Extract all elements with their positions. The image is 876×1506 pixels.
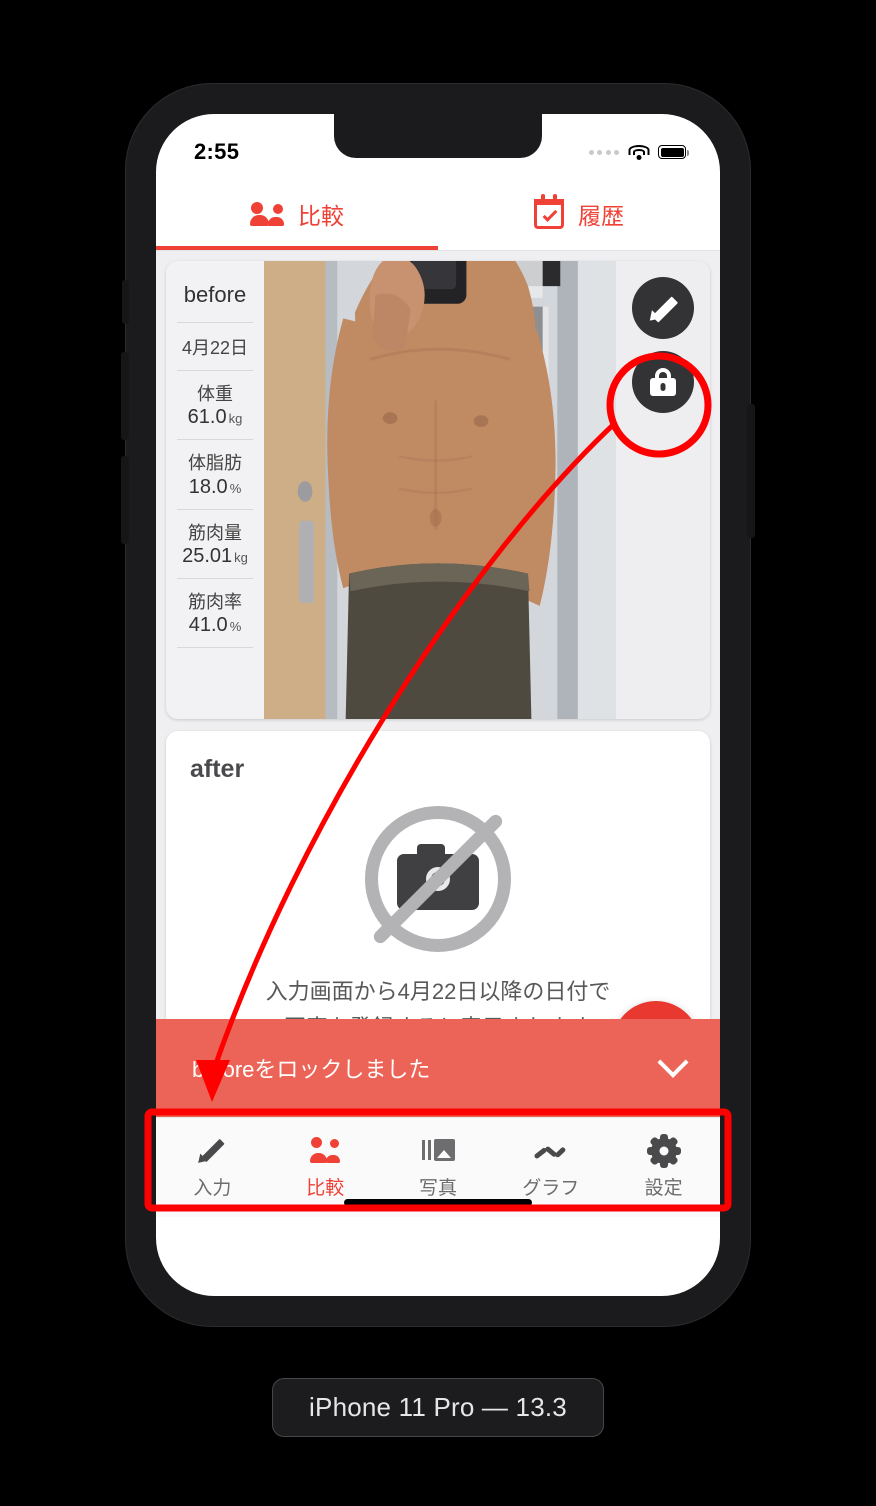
tab-rireki-label: 履歴 bbox=[578, 203, 624, 229]
top-tab-bar: 比較 履歴 bbox=[156, 178, 720, 250]
stat-unit: % bbox=[229, 619, 242, 635]
stat-value: 41.0 bbox=[188, 614, 228, 637]
before-stats-column: before 4月22日 体重 61.0 kg 体脂肪 18.0 % 筋肉量 2… bbox=[166, 261, 264, 719]
status-time: 2:55 bbox=[194, 139, 240, 164]
after-title: after bbox=[190, 755, 245, 783]
stat-value: 18.0 bbox=[188, 475, 228, 498]
bottom-nav-label: 入力 bbox=[193, 1177, 232, 1199]
device-caption: iPhone 11 Pro — 13.3 bbox=[272, 1378, 604, 1437]
snackbar-message: beforeをロックしました bbox=[192, 1057, 431, 1082]
content-area: before 4月22日 体重 61.0 kg 体脂肪 18.0 % 筋肉量 2… bbox=[156, 251, 720, 1117]
after-message-line1: 入力画面から4月22日以降の日付で bbox=[265, 979, 611, 1004]
tab-hikaku[interactable]: 比較 bbox=[156, 178, 438, 250]
stat-weight: 体重 61.0 kg bbox=[166, 371, 264, 439]
status-indicators bbox=[588, 144, 689, 160]
stat-value: 25.01 bbox=[182, 544, 233, 567]
before-date-row: 4月22日 bbox=[166, 323, 264, 370]
stat-label: 筋肉量 bbox=[188, 522, 242, 543]
tab-rireki[interactable]: 履歴 bbox=[438, 178, 720, 250]
stat-label: 体脂肪 bbox=[188, 453, 242, 474]
photo-library-icon bbox=[421, 1136, 455, 1166]
before-date: 4月22日 bbox=[181, 338, 249, 358]
silent-switch[interactable] bbox=[122, 280, 129, 324]
stat-bodyfat: 体脂肪 18.0 % bbox=[166, 440, 264, 508]
home-indicator bbox=[344, 1199, 532, 1206]
before-actions-column bbox=[616, 261, 710, 719]
stat-muscle-mass: 筋肉量 25.01 kg bbox=[166, 510, 264, 578]
power-button[interactable] bbox=[747, 404, 755, 538]
pencil-icon bbox=[645, 293, 679, 325]
after-placeholder: 入力画面から4月22日以降の日付で 写真を登録すると表示されます bbox=[166, 784, 710, 1045]
stat-unit: kg bbox=[234, 549, 248, 565]
bottom-nav-label: 写真 bbox=[418, 1177, 457, 1199]
volume-up-button[interactable] bbox=[121, 352, 129, 440]
bottom-nav-label: 設定 bbox=[644, 1177, 683, 1199]
volume-down-button[interactable] bbox=[121, 456, 129, 544]
stat-unit: % bbox=[229, 480, 242, 496]
before-card: before 4月22日 体重 61.0 kg 体脂肪 18.0 % 筋肉量 2… bbox=[166, 261, 710, 719]
tab-active-indicator bbox=[156, 246, 438, 250]
bottom-nav-label: 比較 bbox=[306, 1177, 345, 1199]
stat-muscle-rate: 筋肉率 41.0 % bbox=[166, 579, 264, 647]
signal-dots-icon bbox=[588, 149, 619, 155]
lock-icon bbox=[650, 368, 676, 396]
stat-label: 筋肉率 bbox=[188, 591, 242, 612]
bottom-nav-item-nyuryoku[interactable]: 入力 bbox=[156, 1118, 269, 1217]
battery-full-icon bbox=[658, 145, 689, 159]
before-photo-image bbox=[264, 261, 616, 719]
status-bar: 2:55 bbox=[156, 114, 720, 178]
phone-screen: 2:55 比較 履歴 before 4月22日 体重 61.0 kg 体脂肪 1… bbox=[156, 114, 720, 1296]
people-icon bbox=[308, 1136, 342, 1166]
before-title: before bbox=[183, 282, 247, 307]
screenshot-root: 2:55 比較 履歴 before 4月22日 体重 61.0 kg 体脂肪 1… bbox=[0, 0, 876, 1506]
bottom-nav-bar: 入力 比較 写真 グラフ 設定 bbox=[156, 1117, 720, 1217]
snackbar[interactable]: beforeをロックしました bbox=[156, 1019, 720, 1117]
lock-button[interactable] bbox=[632, 351, 694, 413]
bottom-nav-item-settings[interactable]: 設定 bbox=[607, 1118, 720, 1217]
bottom-nav-label: グラフ bbox=[522, 1177, 580, 1199]
chevron-down-icon[interactable] bbox=[657, 1046, 689, 1078]
stat-unit: kg bbox=[228, 411, 243, 427]
edit-button[interactable] bbox=[632, 277, 694, 339]
no-camera-icon bbox=[365, 806, 511, 952]
phone-frame: 2:55 比較 履歴 before 4月22日 体重 61.0 kg 体脂肪 1… bbox=[121, 84, 755, 1326]
divider bbox=[177, 647, 253, 649]
calendar-check-icon bbox=[534, 194, 564, 229]
stat-value: 61.0 bbox=[187, 406, 227, 429]
wifi-icon bbox=[628, 144, 649, 160]
before-photo[interactable] bbox=[264, 261, 616, 719]
stat-label: 体重 bbox=[197, 384, 233, 404]
pencil-icon bbox=[195, 1136, 229, 1166]
gear-icon bbox=[646, 1133, 681, 1168]
line-chart-icon bbox=[533, 1136, 568, 1166]
people-icon bbox=[250, 202, 284, 226]
tab-hikaku-label: 比較 bbox=[298, 203, 344, 229]
